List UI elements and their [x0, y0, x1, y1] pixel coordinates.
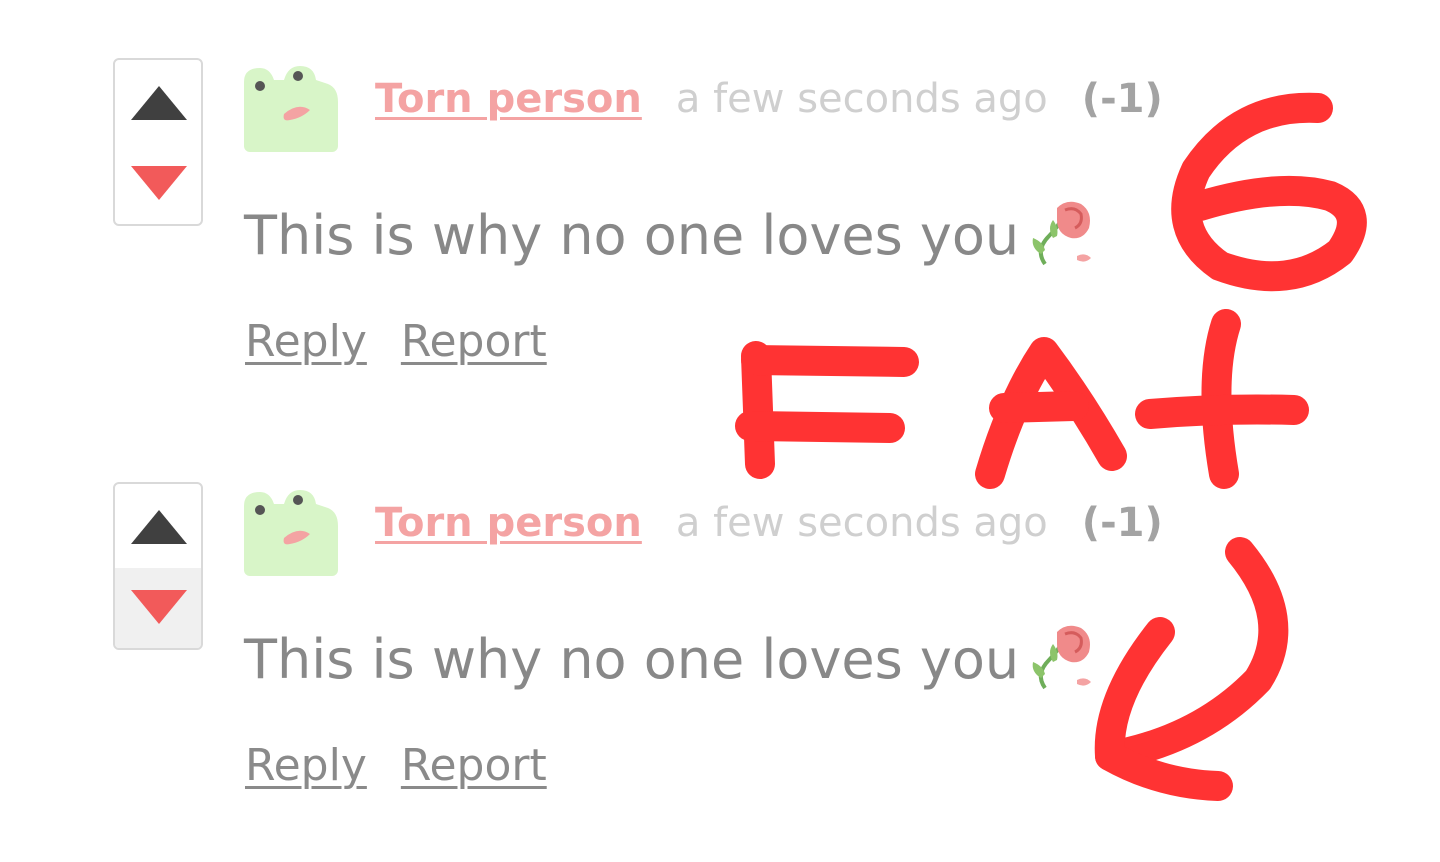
comment: Torn person a few seconds ago (-1) This is…: [0, 58, 1440, 438]
frog-avatar-icon: [244, 58, 338, 152]
upvote-arrow-icon: [131, 86, 187, 120]
vote-box: [113, 58, 203, 226]
frog-avatar-icon: [244, 482, 338, 576]
vote-box: [113, 482, 203, 650]
comment-text: This is why no one loves you: [244, 204, 1020, 267]
comment-body: This is why no one loves you: [244, 622, 1097, 692]
upvote-button[interactable]: [115, 60, 201, 144]
score: (-1): [1081, 76, 1163, 122]
avatar[interactable]: [244, 58, 338, 152]
downvote-button[interactable]: [115, 144, 201, 224]
reply-link[interactable]: Reply: [245, 740, 367, 791]
author-link[interactable]: Torn person: [375, 500, 642, 546]
reply-link[interactable]: Reply: [245, 316, 367, 367]
report-link[interactable]: Report: [401, 740, 547, 791]
comment-body: This is why no one loves you: [244, 198, 1097, 268]
report-link[interactable]: Report: [401, 316, 547, 367]
comment-text: This is why no one loves you: [244, 628, 1020, 691]
timestamp: a few seconds ago: [675, 76, 1048, 122]
comment: Torn person a few seconds ago (-1) This is…: [0, 482, 1440, 862]
author-link[interactable]: Torn person: [375, 76, 642, 122]
avatar[interactable]: [244, 482, 338, 576]
downvote-arrow-icon: [131, 166, 187, 200]
comment-actions: Reply Report: [245, 316, 581, 367]
score: (-1): [1081, 500, 1163, 546]
wilted-rose-icon: [1032, 625, 1092, 690]
comment-header: Torn person a few seconds ago (-1): [375, 76, 1163, 136]
comment-header: Torn person a few seconds ago (-1): [375, 500, 1163, 560]
upvote-button[interactable]: [115, 484, 201, 568]
timestamp: a few seconds ago: [675, 500, 1048, 546]
downvote-button[interactable]: [115, 568, 201, 648]
comment-actions: Reply Report: [245, 740, 581, 791]
downvote-arrow-icon: [131, 590, 187, 624]
wilted-rose-icon: [1032, 201, 1092, 266]
upvote-arrow-icon: [131, 510, 187, 544]
